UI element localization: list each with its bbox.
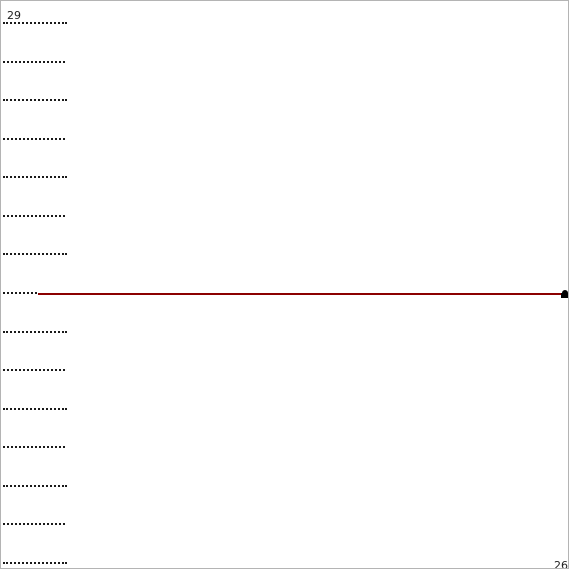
slider-thumb-icon[interactable] — [561, 290, 568, 298]
dotted-row — [3, 99, 67, 101]
dotted-row — [3, 61, 65, 63]
dotted-row — [3, 138, 65, 140]
dotted-row — [3, 485, 67, 487]
dotted-row — [3, 523, 65, 525]
canvas-frame: 29 260 — [0, 0, 569, 569]
slider-track[interactable] — [38, 293, 565, 295]
dotted-row — [3, 408, 67, 410]
dotted-row — [3, 331, 67, 333]
top-value-label: 29 — [7, 9, 21, 22]
dotted-row — [3, 446, 65, 448]
dotted-row — [3, 253, 67, 255]
dotted-row — [3, 215, 65, 217]
dotted-row — [3, 22, 67, 24]
dotted-row — [3, 562, 67, 564]
dotted-row — [3, 369, 65, 371]
dotted-row — [3, 176, 67, 178]
dotted-row-highlighted — [3, 292, 37, 294]
bottom-value-label: 260 — [554, 559, 568, 569]
